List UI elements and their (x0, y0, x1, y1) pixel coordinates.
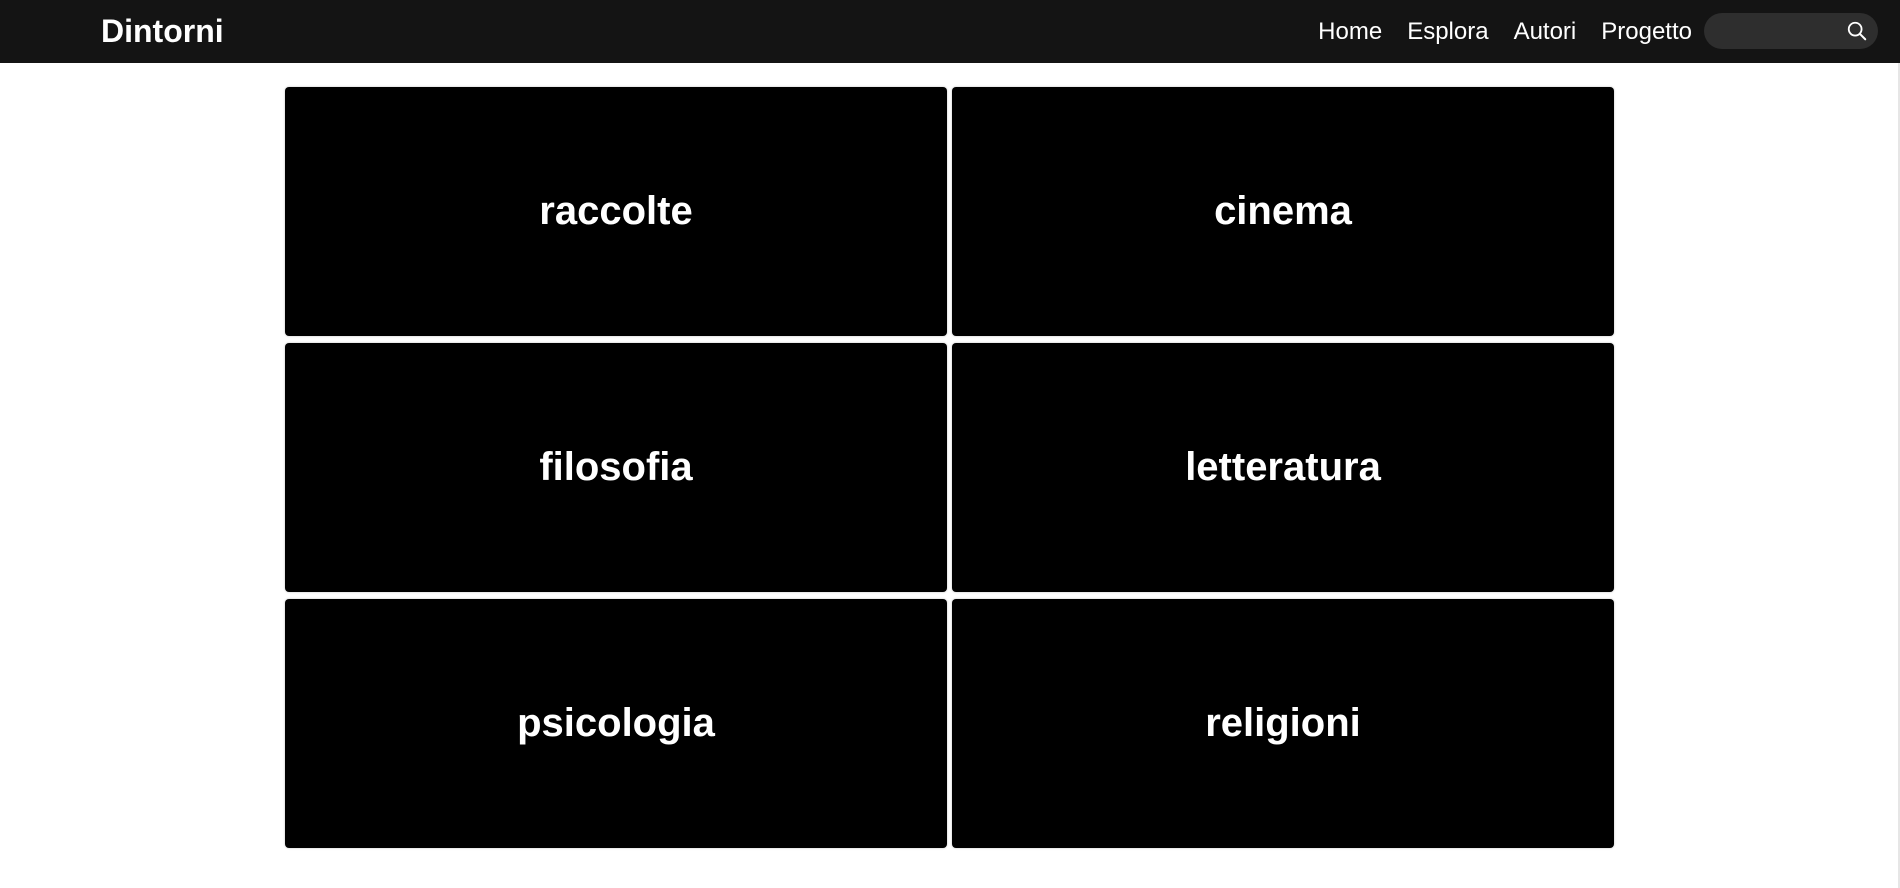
category-tile-filosofia[interactable]: filosofia (285, 343, 947, 592)
search-icon[interactable] (1846, 20, 1868, 42)
category-label: letteratura (1185, 445, 1381, 489)
category-label: raccolte (539, 189, 693, 233)
category-grid: raccolte cinema filosofia letteratura ps… (285, 87, 1614, 848)
category-tile-raccolte[interactable]: raccolte (285, 87, 947, 336)
site-logo[interactable]: Dintorni (101, 0, 224, 63)
nav-esplora[interactable]: Esplora (1407, 18, 1488, 46)
category-label: psicologia (517, 701, 715, 745)
category-label: cinema (1214, 189, 1352, 233)
category-tile-psicologia[interactable]: psicologia (285, 599, 947, 848)
nav-home[interactable]: Home (1318, 18, 1382, 46)
category-tile-letteratura[interactable]: letteratura (952, 343, 1614, 592)
main-nav: Home Esplora Autori Progetto (1293, 0, 1692, 63)
category-label: religioni (1205, 701, 1361, 745)
search-box (1704, 13, 1878, 49)
category-tile-cinema[interactable]: cinema (952, 87, 1614, 336)
nav-autori[interactable]: Autori (1514, 18, 1577, 46)
nav-progetto[interactable]: Progetto (1601, 18, 1692, 46)
category-tile-religioni[interactable]: religioni (952, 599, 1614, 848)
search-input[interactable] (1718, 13, 1842, 49)
top-navbar: Dintorni Home Esplora Autori Progetto (0, 0, 1900, 63)
category-label: filosofia (539, 445, 693, 489)
